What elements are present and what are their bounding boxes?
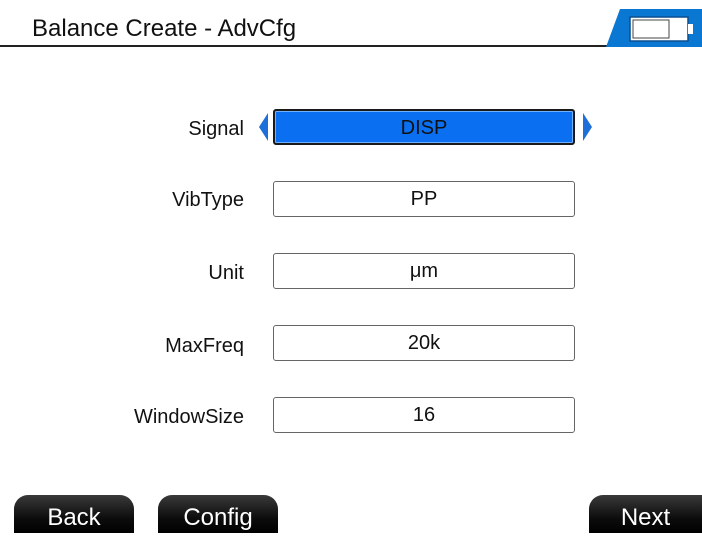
title-bar: Balance Create - AdvCfg: [0, 0, 702, 47]
maxfreq-select[interactable]: 20k: [273, 325, 575, 361]
unit-select[interactable]: μm: [273, 253, 575, 289]
windowsize-select[interactable]: 16: [273, 397, 575, 433]
battery-icon: [606, 9, 702, 47]
next-button[interactable]: Next: [589, 495, 702, 533]
config-button[interactable]: Config: [158, 495, 278, 533]
title-divider: [0, 45, 620, 47]
signal-label: Signal: [188, 118, 244, 140]
vibtype-label: VibType: [172, 189, 244, 211]
page-title: Balance Create - AdvCfg: [32, 15, 297, 42]
back-button[interactable]: Back: [14, 495, 134, 533]
windowsize-label: WindowSize: [133, 406, 244, 428]
unit-label: Unit: [208, 262, 244, 284]
signal-select[interactable]: DISP: [273, 109, 575, 145]
arrow-left-icon[interactable]: [257, 112, 269, 142]
maxfreq-label: MaxFreq: [165, 335, 244, 357]
vibtype-select[interactable]: PP: [273, 181, 575, 217]
arrow-right-icon[interactable]: [582, 112, 594, 142]
